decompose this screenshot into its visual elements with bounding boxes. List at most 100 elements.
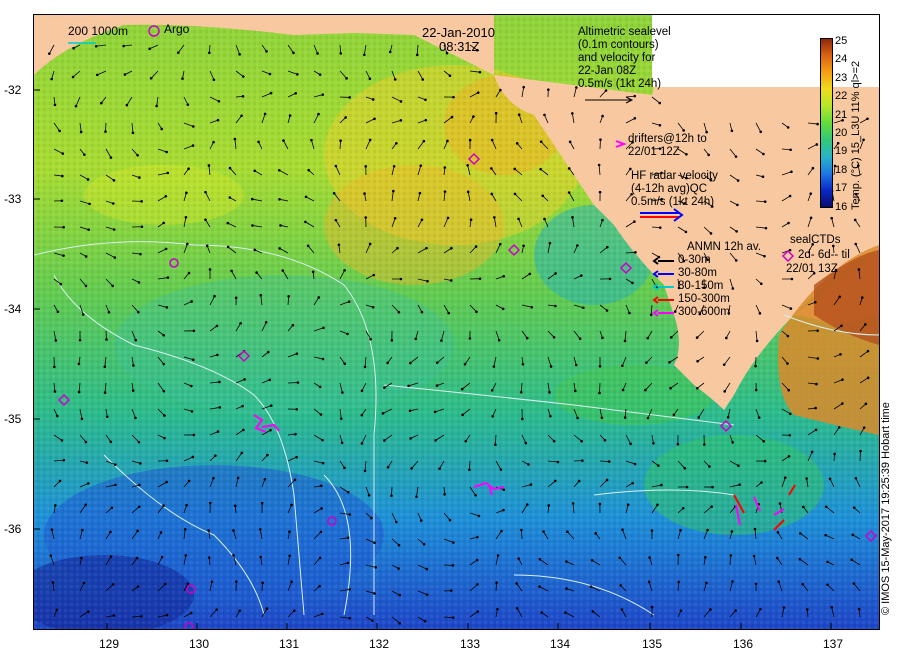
arrow-head [805, 608, 809, 611]
arrow-head [278, 247, 281, 250]
arrow-head [383, 386, 386, 389]
x-tick-label: 135 [642, 637, 663, 651]
arrow-head [446, 139, 449, 143]
arrow-head [363, 365, 367, 369]
arrow-head [84, 503, 87, 507]
arrow-head [778, 502, 782, 505]
arrow-head [476, 583, 479, 586]
arrow-head [134, 416, 137, 420]
arrow-head [547, 504, 551, 507]
arrow-head [251, 197, 254, 201]
arrow-head [263, 112, 267, 116]
arrow-head [397, 310, 401, 314]
arrow-head [114, 483, 117, 487]
arrow-head [499, 468, 503, 471]
arrow-head [468, 337, 472, 340]
arrow-head [321, 93, 325, 96]
arrow-head [238, 609, 242, 612]
arrow-head [594, 532, 597, 535]
arrow-head [230, 269, 233, 273]
arrow-head [854, 242, 858, 246]
arrow-head [852, 506, 856, 510]
arrow-head [215, 608, 218, 611]
arrow-head [517, 557, 521, 560]
arrow-head [208, 268, 212, 271]
arrow-head [566, 530, 569, 534]
arrow-head [826, 583, 829, 587]
arrow-head [515, 582, 518, 585]
arrow-head [646, 336, 650, 340]
arrow-head [726, 415, 730, 419]
arrow-head [165, 459, 169, 463]
arrow-head [216, 118, 220, 122]
arrow-head [162, 362, 165, 366]
arrow-head [311, 270, 315, 274]
arrow-head [266, 350, 270, 354]
arrow-head [704, 556, 707, 559]
arrow-head [295, 407, 299, 411]
arrow-head [841, 378, 844, 381]
arrow-head [621, 364, 624, 368]
arrow-head [163, 582, 167, 586]
arrow-head [790, 170, 793, 174]
arrow-head [364, 216, 368, 219]
arrow-head [633, 94, 637, 98]
anmn-legend-label: 80-150m [678, 280, 724, 292]
arrow-head [383, 439, 386, 442]
arrow-head [650, 529, 654, 532]
arrow-head [374, 566, 378, 569]
arrow-head [788, 248, 792, 252]
arrow-head [451, 616, 455, 619]
arrow-head [148, 47, 151, 51]
arrow-head [623, 416, 627, 419]
arrow-head [320, 507, 323, 510]
arrow-head [105, 338, 108, 341]
arrow-head [475, 310, 478, 314]
arrow-head [321, 461, 325, 465]
arrow-head [348, 96, 351, 99]
arrow-head [347, 300, 351, 303]
arrow-head [798, 532, 802, 535]
arrow-head [58, 479, 62, 483]
arrow-head [109, 156, 113, 159]
arrow-head [452, 541, 455, 544]
arrow-head [62, 458, 66, 462]
arrow-head [155, 104, 158, 108]
arrow-head [598, 502, 602, 506]
hf-radar-legend: HF radar velocity (4-12h avg)QC 0.5m/s (… [631, 170, 718, 209]
arrow-head [183, 527, 187, 531]
arrow-head [191, 144, 195, 147]
arrow-head [809, 216, 813, 220]
arrow-head [181, 77, 184, 80]
arrow-head [88, 202, 91, 206]
arrow-head [187, 479, 191, 483]
arrow-head [866, 349, 870, 353]
arrow-head [317, 296, 321, 299]
arrow-head [95, 73, 99, 77]
arrow-head [816, 329, 819, 332]
arrow-head [50, 77, 53, 81]
arrow-head [292, 609, 296, 613]
x-tick-label: 131 [279, 637, 300, 651]
arrow-head [204, 218, 207, 222]
anmn-legend-label: 150-300m [678, 293, 730, 305]
arrow-head [840, 324, 843, 328]
arrow-head [520, 417, 524, 421]
arrow-head [676, 442, 680, 446]
arrow-head [165, 613, 169, 617]
arrow-head [598, 364, 602, 368]
altimetric-line: (0.1m contours) [578, 39, 659, 51]
arrow-head [862, 426, 866, 429]
arrow-head [253, 169, 257, 173]
arrow-head [521, 362, 525, 366]
arrow-head [775, 556, 779, 560]
arrow-head [112, 228, 116, 231]
arrow-head [208, 501, 212, 505]
arrow-head [708, 465, 711, 468]
arrow-head [253, 248, 257, 252]
arrow-head [731, 441, 734, 444]
arrow-head [522, 244, 525, 248]
arrow-head [490, 167, 493, 170]
arrow-head [164, 247, 168, 251]
arrow-head [107, 310, 111, 314]
